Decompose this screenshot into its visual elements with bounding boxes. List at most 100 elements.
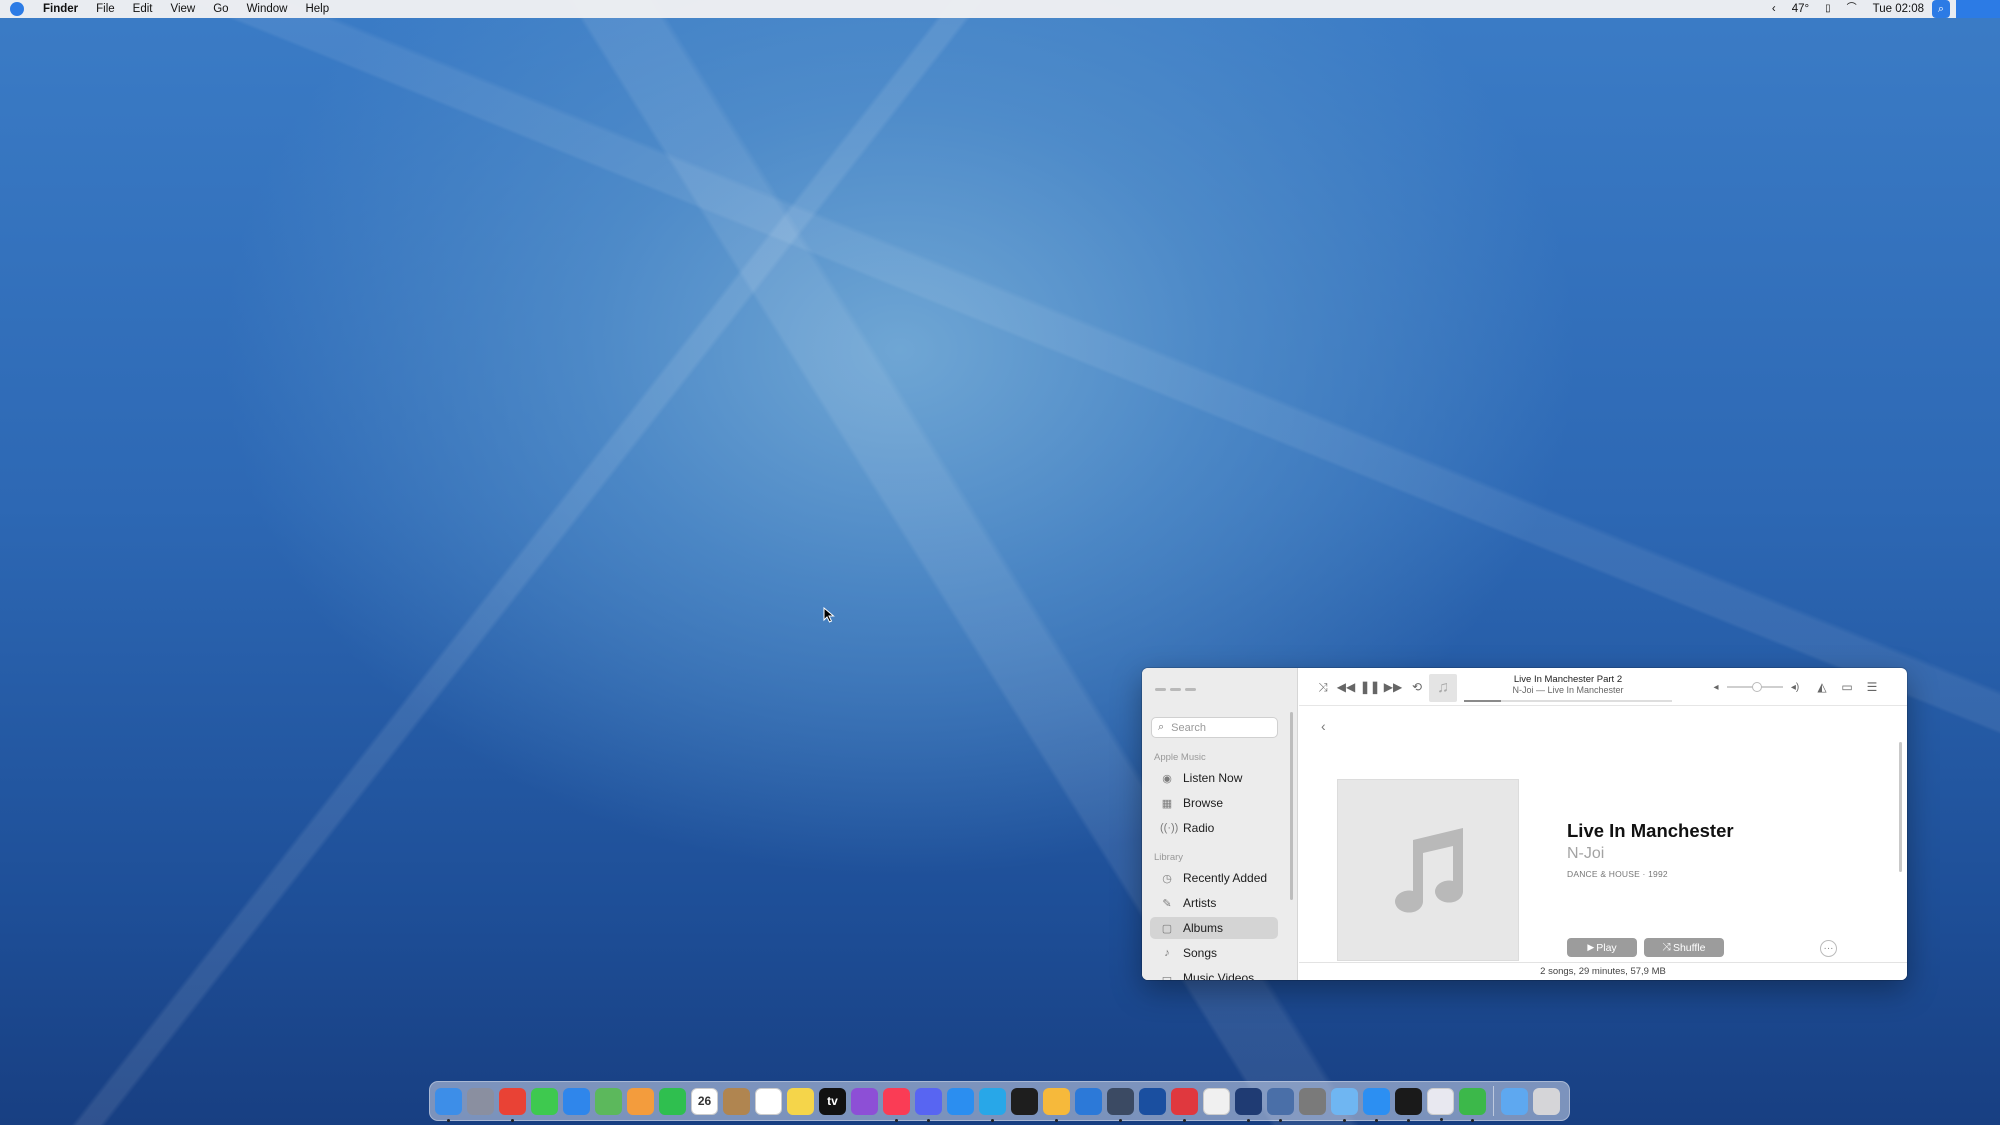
album-artwork[interactable] bbox=[1337, 779, 1519, 961]
section-library: Library bbox=[1154, 852, 1184, 863]
dock-maps-icon[interactable] bbox=[595, 1087, 622, 1115]
shuffle-button[interactable]: ⤨ Shuffle bbox=[1644, 938, 1724, 957]
dock-reminders-icon[interactable] bbox=[755, 1087, 782, 1115]
dock-terminal-icon[interactable] bbox=[1395, 1087, 1422, 1122]
dock-proxyman-icon[interactable] bbox=[979, 1087, 1006, 1122]
dock-xcode-tools-icon[interactable] bbox=[1075, 1087, 1102, 1115]
menu-view[interactable]: View bbox=[162, 0, 205, 18]
dock-instruments-icon[interactable] bbox=[1107, 1087, 1134, 1122]
dock-photos-icon[interactable] bbox=[627, 1087, 654, 1115]
menu-window[interactable]: Window bbox=[238, 0, 297, 18]
sidebar-item-radio[interactable]: ((·)) Radio bbox=[1150, 817, 1278, 839]
dock-script-editor-icon[interactable] bbox=[1427, 1087, 1454, 1121]
album-status-bar: 2 songs, 29 minutes, 57,9 MB bbox=[1299, 962, 1907, 980]
lyrics-icon[interactable]: ▭ bbox=[1839, 678, 1855, 696]
dock-finder-icon[interactable] bbox=[435, 1087, 462, 1122]
sidebar-item-recently-added[interactable]: ◷ Recently Added bbox=[1150, 867, 1278, 889]
music-note-icon bbox=[1395, 828, 1463, 913]
sidebar-item-albums[interactable]: ▢ Albums bbox=[1150, 917, 1278, 939]
shuffle-label: Shuffle bbox=[1672, 941, 1706, 954]
back-chevron-icon[interactable]: ‹ bbox=[1321, 718, 1326, 734]
dock: 26 tv bbox=[429, 1081, 1570, 1122]
sidebar-item-browse[interactable]: ▦ Browse bbox=[1150, 792, 1278, 814]
dock-downloads-folder-icon[interactable] bbox=[1501, 1087, 1528, 1115]
close-button[interactable] bbox=[1155, 688, 1166, 691]
fast-forward-icon[interactable]: ▶▶ bbox=[1383, 678, 1403, 696]
battery-icon[interactable]: ▯ bbox=[1817, 0, 1839, 18]
music-main: ⤨ ◀◀ ❚❚ ▶▶ ⟲ ♫ Live In Manchester Part 2… bbox=[1299, 668, 1907, 980]
dock-music-icon[interactable] bbox=[883, 1087, 910, 1122]
now-playing-title: Live In Manchester Part 2 bbox=[1513, 674, 1623, 685]
menu-app-name[interactable]: Finder bbox=[34, 0, 87, 18]
play-button[interactable]: ▶ Play bbox=[1567, 938, 1637, 957]
dock-facetime-icon[interactable] bbox=[659, 1087, 686, 1115]
dock-discord-icon[interactable] bbox=[915, 1087, 942, 1122]
dock-messages-icon[interactable] bbox=[531, 1087, 558, 1115]
running-indicator bbox=[927, 1118, 930, 1122]
clock[interactable]: Tue 02:08 bbox=[1865, 0, 1932, 18]
dock-chrome-icon[interactable] bbox=[499, 1087, 526, 1122]
dock-app-store-icon[interactable] bbox=[947, 1087, 974, 1115]
dock-calendar-icon[interactable]: 26 bbox=[691, 1087, 718, 1115]
menu-help[interactable]: Help bbox=[296, 0, 338, 18]
dock-system-preferences-icon[interactable] bbox=[1299, 1087, 1326, 1115]
dock-notes-icon[interactable] bbox=[787, 1087, 814, 1115]
search-icon: ⌕ bbox=[1158, 721, 1165, 733]
more-options-icon[interactable]: ··· bbox=[1820, 940, 1837, 957]
main-scrollbar[interactable] bbox=[1899, 742, 1902, 872]
dock-safari-icon[interactable] bbox=[1363, 1087, 1390, 1122]
menu-go[interactable]: Go bbox=[204, 0, 237, 18]
running-indicator bbox=[1375, 1118, 1378, 1122]
now-playing-display[interactable]: ♫ Live In Manchester Part 2 N-Joi — Live… bbox=[1429, 672, 1672, 702]
dock-numbers-icon[interactable] bbox=[1459, 1087, 1486, 1122]
shuffle-icon: ⤨ bbox=[1662, 941, 1671, 953]
menu-file[interactable]: File bbox=[87, 0, 124, 18]
sidebar-item-listen-now[interactable]: ◉ Listen Now bbox=[1150, 767, 1278, 789]
sidebar-scrollbar[interactable] bbox=[1290, 712, 1293, 900]
dock-launchpad-icon[interactable] bbox=[467, 1087, 494, 1115]
dock-contacts-icon[interactable] bbox=[723, 1087, 750, 1115]
apple-menu-icon[interactable] bbox=[10, 2, 24, 16]
player-toolbar: ⤨ ◀◀ ❚❚ ▶▶ ⟲ ♫ Live In Manchester Part 2… bbox=[1299, 668, 1907, 706]
dock-trash-icon[interactable] bbox=[1533, 1087, 1560, 1115]
dock-podcasts-icon[interactable] bbox=[851, 1087, 878, 1115]
sidebar-item-songs[interactable]: ♪ Songs bbox=[1150, 942, 1278, 964]
notification-center-area[interactable] bbox=[1956, 0, 2000, 18]
dock-apple-tv-icon[interactable]: tv bbox=[819, 1087, 846, 1115]
shuffle-toggle-icon[interactable]: ⤨ bbox=[1316, 678, 1330, 696]
minimize-button[interactable] bbox=[1170, 688, 1181, 691]
queue-list-icon[interactable]: ☰ bbox=[1864, 678, 1880, 696]
status-chevron[interactable]: ‹ bbox=[1764, 0, 1784, 18]
rewind-icon[interactable]: ◀◀ bbox=[1336, 678, 1356, 696]
dock-finder-window-icon[interactable] bbox=[1331, 1087, 1358, 1122]
playback-progress[interactable] bbox=[1464, 700, 1672, 702]
volume-knob[interactable] bbox=[1752, 682, 1763, 692]
wifi-icon[interactable]: ⌒ bbox=[1839, 0, 1865, 18]
sidebar-item-music-videos[interactable]: ▭ Music Videos bbox=[1150, 967, 1278, 980]
running-indicator bbox=[1407, 1118, 1410, 1122]
dock-xcode-icon[interactable] bbox=[1235, 1087, 1262, 1122]
dock-mail-icon[interactable] bbox=[563, 1087, 590, 1115]
volume-low-icon: ◂ bbox=[1713, 681, 1719, 693]
now-playing-artwork-icon: ♫ bbox=[1429, 674, 1457, 702]
sidebar-item-artists[interactable]: ✎ Artists bbox=[1150, 892, 1278, 914]
dock-figma-icon[interactable] bbox=[1011, 1087, 1038, 1115]
album-artist[interactable]: N-Joi bbox=[1567, 845, 1604, 863]
spotlight-search-icon[interactable]: ⌕ bbox=[1932, 0, 1950, 18]
airplay-icon[interactable]: ◭ bbox=[1814, 678, 1830, 696]
volume-slider[interactable] bbox=[1727, 682, 1783, 692]
menu-edit[interactable]: Edit bbox=[124, 0, 162, 18]
dock-quicktime-icon[interactable] bbox=[1139, 1087, 1166, 1115]
zoom-button[interactable] bbox=[1185, 688, 1196, 691]
clock-icon: ◷ bbox=[1162, 872, 1172, 885]
play-circle-icon: ◉ bbox=[1162, 772, 1172, 785]
search-field[interactable]: ⌕ Search bbox=[1151, 717, 1278, 738]
repeat-icon[interactable]: ⟲ bbox=[1410, 678, 1424, 696]
dock-preview-icon[interactable] bbox=[1267, 1087, 1294, 1122]
dock-magnet-icon[interactable] bbox=[1171, 1087, 1198, 1122]
dock-pixelmator-icon[interactable] bbox=[1203, 1087, 1230, 1115]
pause-icon[interactable]: ❚❚ bbox=[1360, 678, 1380, 696]
running-indicator bbox=[1471, 1118, 1474, 1122]
weather-temp[interactable]: 47° bbox=[1784, 0, 1817, 18]
dock-sketch-icon[interactable] bbox=[1043, 1087, 1070, 1122]
